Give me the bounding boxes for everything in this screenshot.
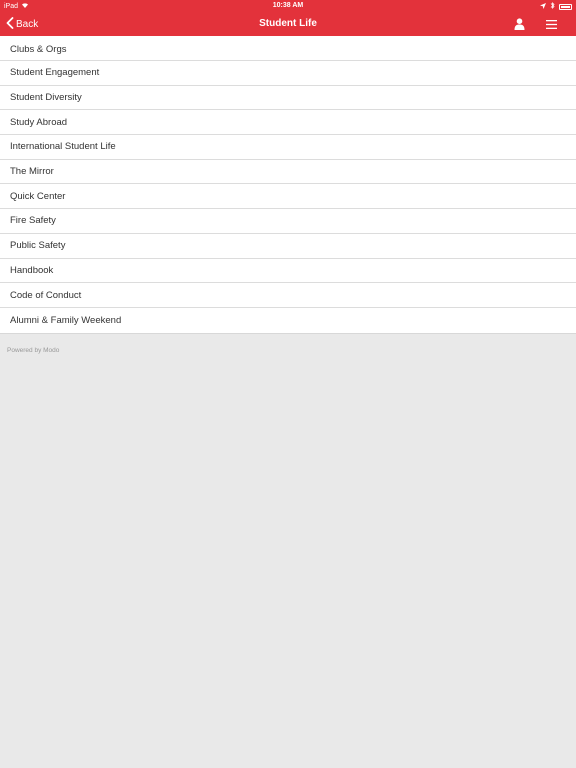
bluetooth-icon: [550, 2, 555, 11]
list-item-clubs-orgs[interactable]: Clubs & Orgs: [0, 36, 576, 61]
status-bar: iPad 10:38 AM: [0, 0, 576, 12]
nav-actions: [512, 17, 558, 31]
location-icon: [540, 2, 546, 11]
list-item-student-engagement[interactable]: Student Engagement: [0, 61, 576, 86]
nav-bar: Back Student Life: [0, 12, 576, 36]
status-right: [540, 2, 572, 11]
user-icon[interactable]: [512, 17, 526, 31]
list-item-alumni-family-weekend[interactable]: Alumni & Family Weekend: [0, 308, 576, 333]
status-time: 10:38 AM: [272, 2, 304, 9]
menu-icon[interactable]: [544, 17, 558, 31]
list-item-handbook[interactable]: Handbook: [0, 259, 576, 284]
list-item-code-of-conduct[interactable]: Code of Conduct: [0, 283, 576, 308]
list-item-quick-center[interactable]: Quick Center: [0, 184, 576, 210]
list-item-study-abroad[interactable]: Study Abroad: [0, 110, 576, 136]
battery-icon: [559, 3, 572, 10]
list-item-the-mirror[interactable]: The Mirror: [0, 160, 576, 185]
list-item-student-diversity[interactable]: Student Diversity: [0, 86, 576, 111]
list-item-fire-safety[interactable]: Fire Safety: [0, 209, 576, 234]
list-item-international-student-life[interactable]: International Student Life: [0, 135, 576, 160]
list-item-public-safety[interactable]: Public Safety: [0, 234, 576, 259]
powered-by-link[interactable]: Powered by Modo: [7, 347, 59, 354]
page-title: Student Life: [259, 18, 317, 29]
menu-list: Clubs & Orgs Student Engagement Student …: [0, 36, 576, 334]
